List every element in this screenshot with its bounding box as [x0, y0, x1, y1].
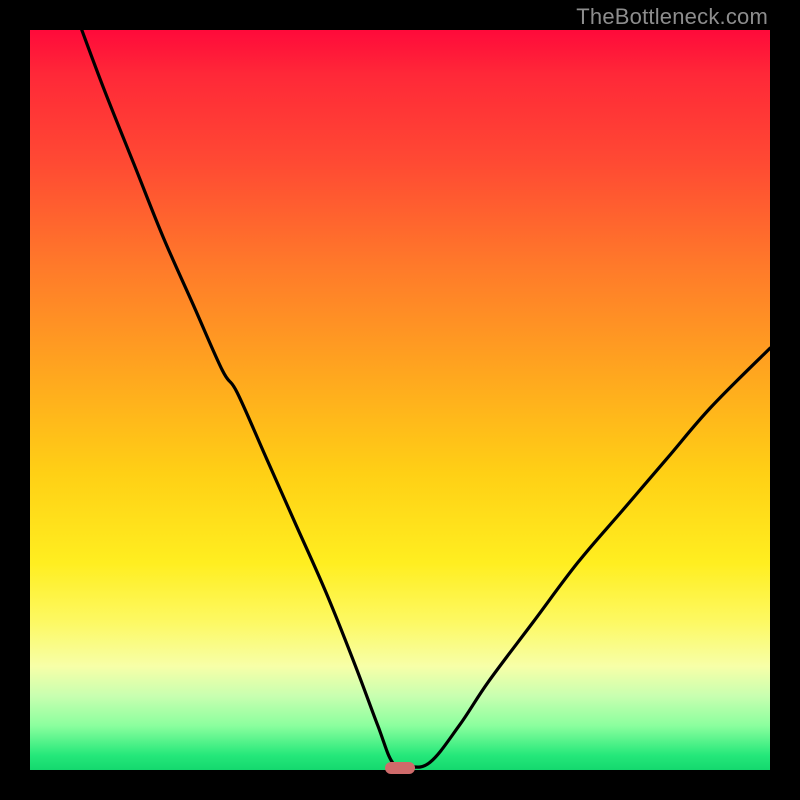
- plot-area: [30, 30, 770, 770]
- chart-frame: TheBottleneck.com: [0, 0, 800, 800]
- bottleneck-curve-line: [82, 30, 770, 767]
- watermark-text: TheBottleneck.com: [576, 4, 768, 30]
- bottleneck-curve-svg: [30, 30, 770, 770]
- optimum-marker: [385, 762, 415, 774]
